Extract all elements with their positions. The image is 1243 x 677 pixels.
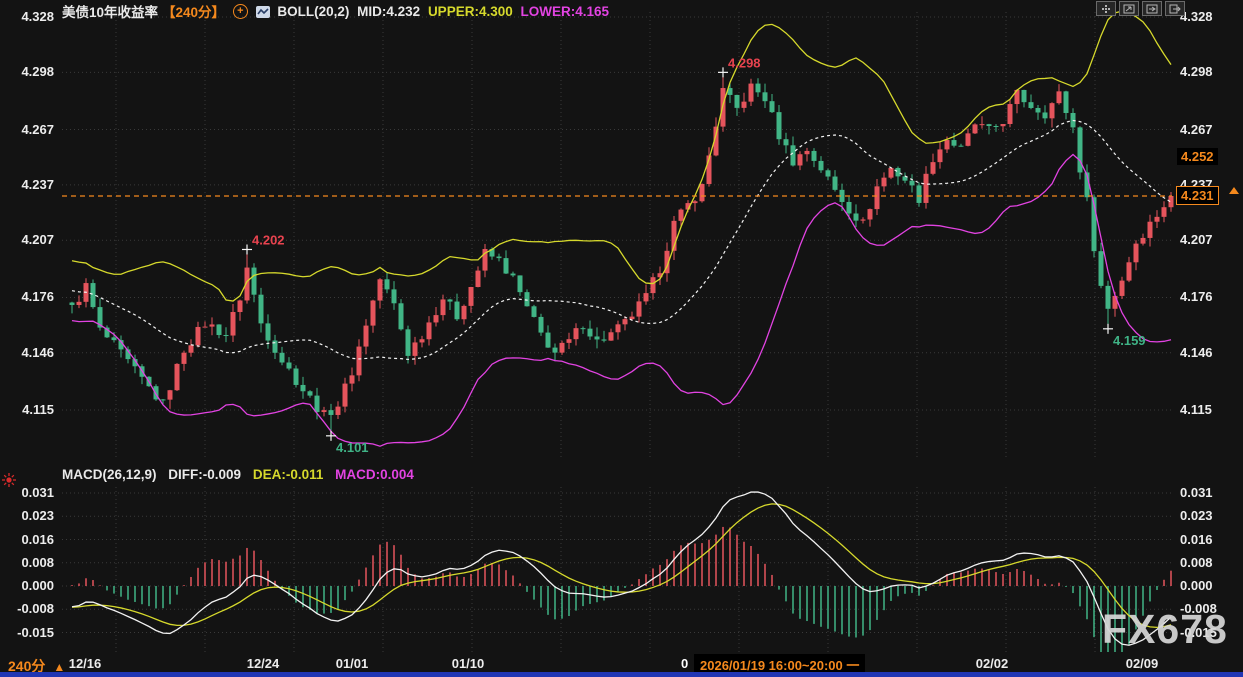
- macd-tick-left: -0.015: [0, 625, 54, 640]
- export-icon[interactable]: [1165, 1, 1185, 16]
- macd-header: MACD(26,12,9) DIFF:-0.009 DEA:-0.011 MAC…: [62, 467, 422, 482]
- time-tick: 02/09: [1126, 656, 1159, 671]
- svg-text:4.202: 4.202: [252, 232, 285, 247]
- period-tag[interactable]: 【240分】: [162, 5, 225, 20]
- alert-sun-icon[interactable]: [1, 472, 17, 493]
- pan-icon[interactable]: [1096, 1, 1116, 16]
- time-tick: 02/02: [976, 656, 1009, 671]
- time-tick: 01/01: [336, 656, 369, 671]
- price-label-last: 4.252: [1177, 148, 1218, 165]
- price-tick-right: 4.267: [1180, 122, 1213, 137]
- price-tick-left: 4.237: [0, 177, 54, 192]
- price-tick-right: 4.176: [1180, 289, 1213, 304]
- price-tick-right: 4.298: [1180, 64, 1213, 79]
- zoom-area-icon[interactable]: [1119, 1, 1139, 16]
- boll-lower-value: LOWER:4.165: [521, 4, 610, 19]
- time-tick: 01/10: [452, 656, 485, 671]
- chart-type-icon[interactable]: [256, 6, 270, 18]
- macd-tick-right: 0.031: [1180, 485, 1213, 500]
- add-indicator-icon[interactable]: +: [233, 4, 248, 19]
- price-tick-left: 4.328: [0, 9, 54, 24]
- price-label-current: 4.231: [1176, 186, 1219, 205]
- boll-settings-label[interactable]: BOLL(20,2): [277, 4, 349, 19]
- chart-header: 美债10年收益率【240分】 + BOLL(20,2) MID:4.232 UP…: [62, 1, 613, 21]
- macd-diff-value: DIFF:-0.009: [168, 467, 241, 482]
- macd-dea-value: DEA:-0.011: [253, 467, 324, 482]
- bottom-accent-strip: [0, 672, 1243, 677]
- macd-tick-left: 0.008: [0, 555, 54, 570]
- price-tick-left: 4.267: [0, 122, 54, 137]
- macd-tick-left: -0.008: [0, 601, 54, 616]
- price-tick-right: 4.146: [1180, 345, 1213, 360]
- svg-text:4.101: 4.101: [336, 440, 369, 455]
- boll-upper-value: UPPER:4.300: [428, 4, 513, 19]
- macd-tick-left: 0.000: [0, 578, 54, 593]
- macd-settings-label[interactable]: MACD(26,12,9): [62, 467, 157, 482]
- price-tick-left: 4.115: [0, 402, 54, 417]
- price-tick-left: 4.298: [0, 64, 54, 79]
- macd-tick-left: 0.016: [0, 532, 54, 547]
- svg-text:4.298: 4.298: [728, 55, 761, 70]
- price-tick-left: 4.146: [0, 345, 54, 360]
- macd-tick-right: 0.016: [1180, 532, 1213, 547]
- price-tick-right: 4.207: [1180, 232, 1213, 247]
- boll-mid-value: MID:4.232: [357, 4, 420, 19]
- price-tick-right: 4.115: [1180, 402, 1212, 417]
- instrument-title: 美债10年收益率: [62, 5, 158, 20]
- time-label-partial: 0: [681, 656, 688, 671]
- price-arrow-icon: [1229, 187, 1239, 194]
- time-tick: 12/24: [247, 656, 280, 671]
- watermark: FX678: [1102, 606, 1228, 653]
- macd-tick-left: 0.023: [0, 508, 54, 523]
- macd-tick-right: 0.008: [1180, 555, 1213, 570]
- svg-text:4.159: 4.159: [1113, 333, 1146, 348]
- chart-toolbar: [1096, 1, 1185, 16]
- time-tick: 12/16: [69, 656, 102, 671]
- price-macd-chart[interactable]: 4.298 4.202 4.101 4.159: [0, 0, 1243, 677]
- forward-icon[interactable]: [1142, 1, 1162, 16]
- price-tick-left: 4.207: [0, 232, 54, 247]
- price-tick-left: 4.176: [0, 289, 54, 304]
- macd-tick-right: 0.000: [1180, 578, 1213, 593]
- macd-hist-value: MACD:0.004: [335, 467, 414, 482]
- macd-tick-right: 0.023: [1180, 508, 1213, 523]
